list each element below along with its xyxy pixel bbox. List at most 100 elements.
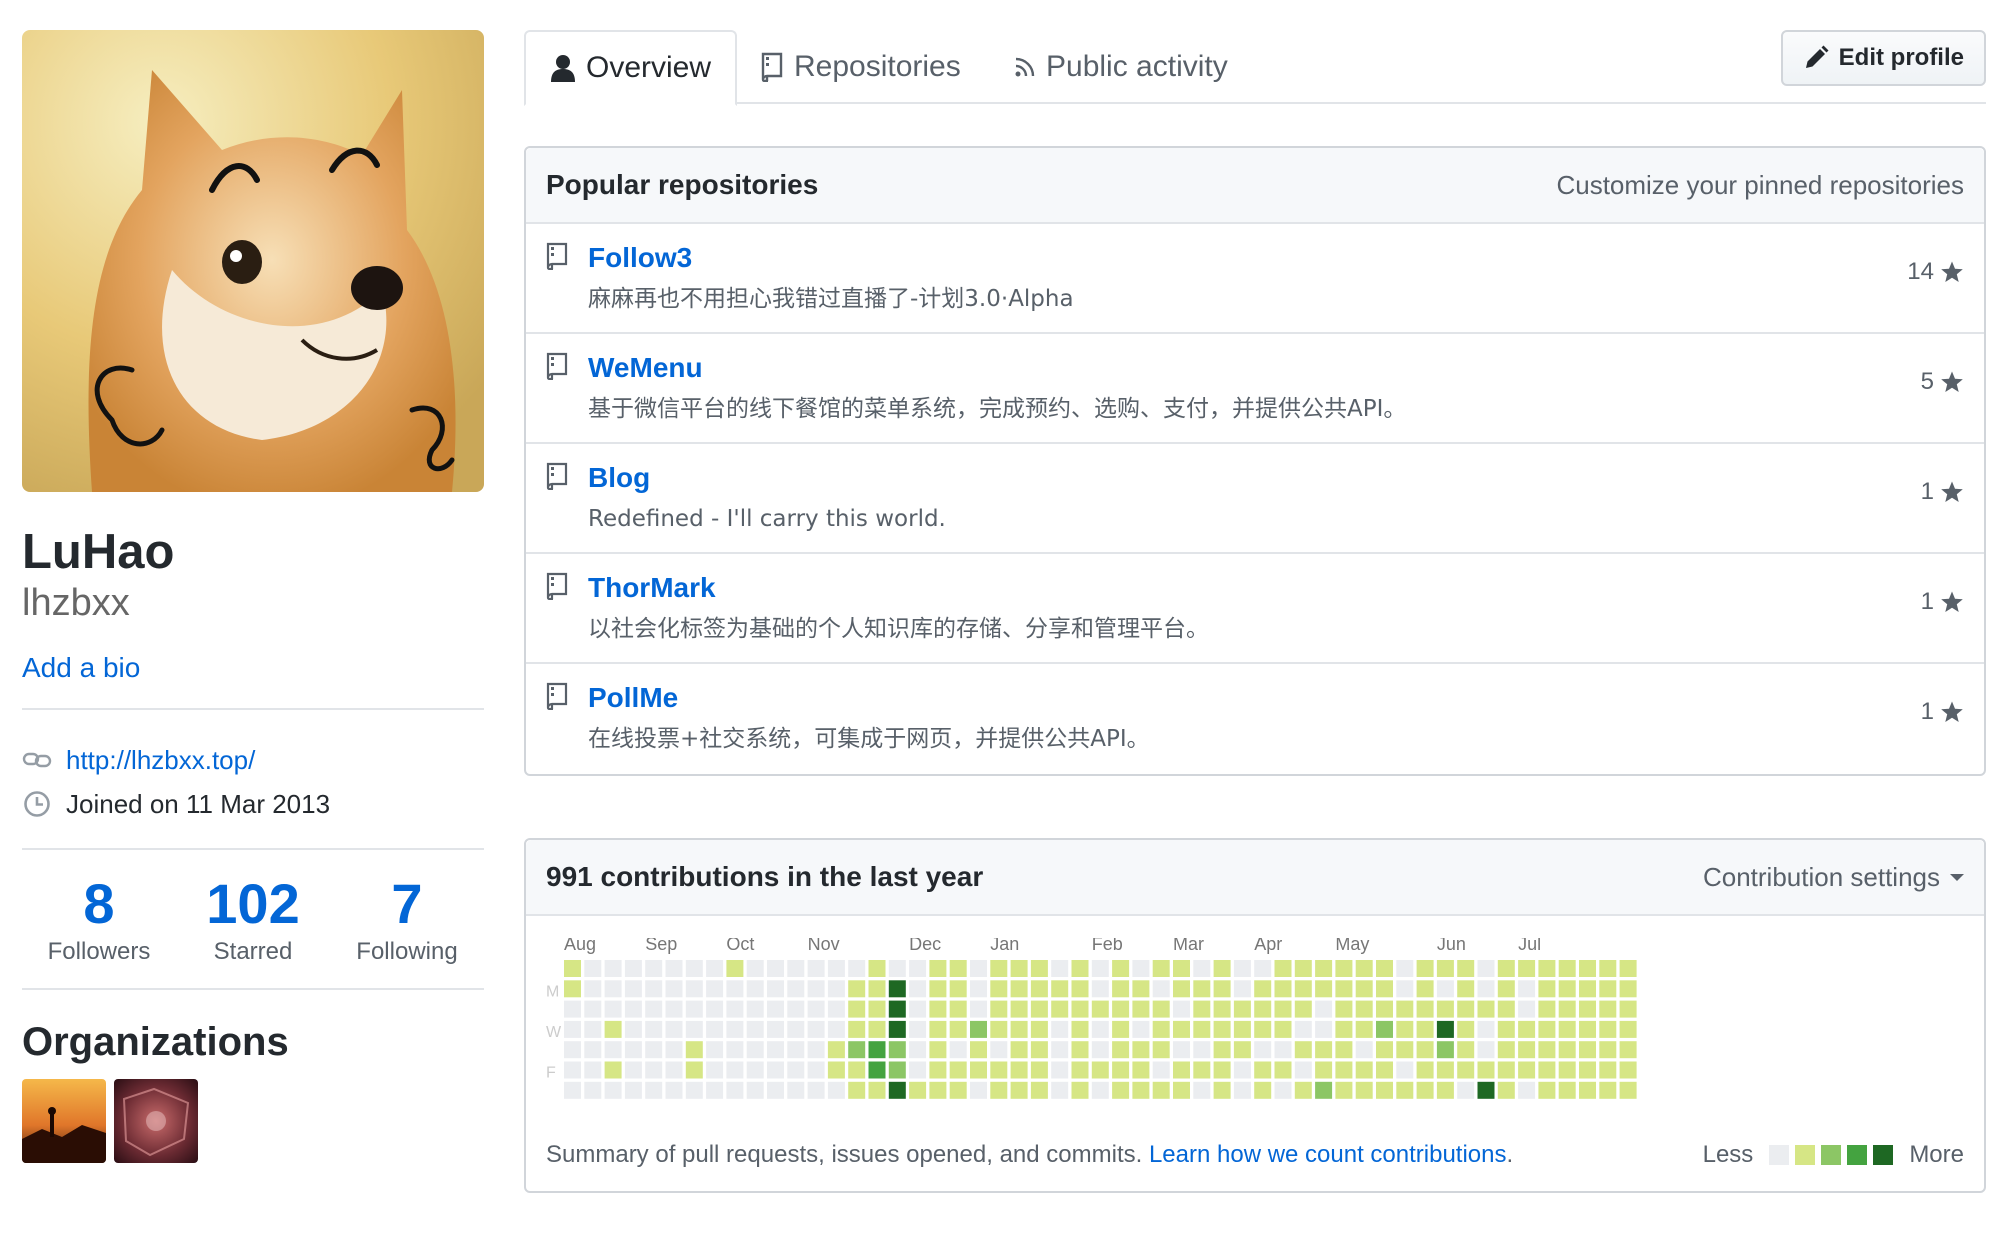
contribution-day[interactable] [848,1000,866,1018]
contribution-day[interactable] [645,960,663,977]
contribution-day[interactable] [929,980,947,998]
contribution-day[interactable] [1335,960,1353,977]
contribution-day[interactable] [1355,1041,1373,1059]
contribution-day[interactable] [767,1000,784,1018]
contribution-day[interactable] [787,1000,805,1018]
contribution-day[interactable] [990,1020,1008,1038]
contribution-day[interactable] [1233,1000,1251,1018]
contribution-day[interactable] [1457,980,1475,998]
contribution-day[interactable] [1518,960,1536,977]
contribution-day[interactable] [1315,980,1333,998]
contribution-day[interactable] [1010,960,1028,977]
contribution-day[interactable] [1132,1020,1150,1038]
contribution-day[interactable] [1132,1041,1150,1059]
add-bio-link[interactable]: Add a bio [22,652,484,684]
contribution-day[interactable] [706,1000,724,1018]
contribution-day[interactable] [1599,1000,1617,1018]
contribution-day[interactable] [584,1061,602,1079]
repo-name-link[interactable]: WeMenu [588,350,703,386]
contribution-day[interactable] [726,1061,744,1079]
contribution-day[interactable] [584,960,602,977]
contribution-day[interactable] [1599,980,1617,998]
contribution-day[interactable] [1030,960,1048,977]
contribution-day[interactable] [1112,980,1130,998]
contribution-day[interactable] [848,960,866,977]
contribution-day[interactable] [1558,1061,1576,1079]
starred-stat[interactable]: 102 Starred [176,872,330,966]
contribution-day[interactable] [1294,960,1312,977]
contribution-day[interactable] [1051,980,1069,998]
contribution-day[interactable] [665,960,683,977]
contribution-day[interactable] [1376,1061,1393,1079]
contribution-day[interactable] [909,1020,927,1038]
contribution-day[interactable] [1558,1020,1576,1038]
contribution-day[interactable] [1558,1041,1576,1059]
contribution-day[interactable] [1599,960,1617,977]
contribution-day[interactable] [1376,1041,1393,1059]
contribution-day[interactable] [1315,1000,1333,1018]
contribution-day[interactable] [1030,1061,1048,1079]
contribution-day[interactable] [929,1020,947,1038]
contribution-day[interactable] [1538,980,1556,998]
contribution-day[interactable] [746,1000,764,1018]
contribution-day[interactable] [1436,1081,1454,1099]
contribution-day[interactable] [970,1061,987,1079]
contribution-day[interactable] [1112,1000,1130,1018]
contribution-day[interactable] [868,1041,886,1059]
contribution-day[interactable] [827,1061,845,1079]
contribution-day[interactable] [888,1041,906,1059]
contribution-day[interactable] [604,1041,622,1059]
contribution-day[interactable] [1274,1020,1292,1038]
contribution-day[interactable] [685,960,703,977]
contribution-day[interactable] [1213,960,1231,977]
contribution-day[interactable] [1173,1081,1190,1099]
repo-name-link[interactable]: PollMe [588,680,678,716]
contribution-day[interactable] [848,980,866,998]
contribution-day[interactable] [1497,980,1515,998]
contribution-day[interactable] [1030,1081,1048,1099]
contribution-day[interactable] [949,980,967,998]
contribution-day[interactable] [1416,1020,1434,1038]
contribution-day[interactable] [888,1061,906,1079]
contribution-day[interactable] [1233,1081,1251,1099]
contribution-day[interactable] [645,980,663,998]
contribution-day[interactable] [1010,980,1028,998]
contribution-day[interactable] [685,980,703,998]
contribution-day[interactable] [604,1081,622,1099]
contribution-day[interactable] [1599,1061,1617,1079]
contribution-day[interactable] [1132,960,1150,977]
contribution-day[interactable] [1173,1061,1190,1079]
contribution-day[interactable] [949,1081,967,1099]
website-link[interactable]: http://lhzbxx.top/ [66,745,255,776]
contribution-day[interactable] [564,1041,581,1059]
contribution-day[interactable] [787,960,805,977]
contribution-day[interactable] [685,1041,703,1059]
contribution-day[interactable] [1213,1061,1231,1079]
contribution-day[interactable] [624,1000,642,1018]
contribution-day[interactable] [848,1020,866,1038]
contribution-day[interactable] [1112,1020,1130,1038]
contribution-day[interactable] [584,1081,602,1099]
contribution-day[interactable] [1254,1041,1272,1059]
contribution-day[interactable] [990,960,1008,977]
org-avatar-1[interactable] [22,1079,106,1163]
contribution-day[interactable] [848,1081,866,1099]
contribution-day[interactable] [1010,1000,1028,1018]
contribution-day[interactable] [1010,1020,1028,1038]
contribution-day[interactable] [1254,960,1272,977]
contribution-day[interactable] [1233,1041,1251,1059]
followers-stat[interactable]: 8 Followers [22,872,176,966]
contribution-day[interactable] [787,1081,805,1099]
contribution-day[interactable] [1396,1000,1414,1018]
contribution-day[interactable] [1436,960,1454,977]
contribution-day[interactable] [827,980,845,998]
contribution-day[interactable] [564,960,581,977]
contribution-day[interactable] [1091,1081,1109,1099]
contribution-day[interactable] [1254,1000,1272,1018]
contribution-day[interactable] [1152,960,1170,977]
contribution-day[interactable] [1254,1020,1272,1038]
contribution-day[interactable] [1173,980,1190,998]
contribution-day[interactable] [767,1061,784,1079]
contribution-day[interactable] [1355,1061,1373,1079]
contribution-day[interactable] [970,1041,987,1059]
